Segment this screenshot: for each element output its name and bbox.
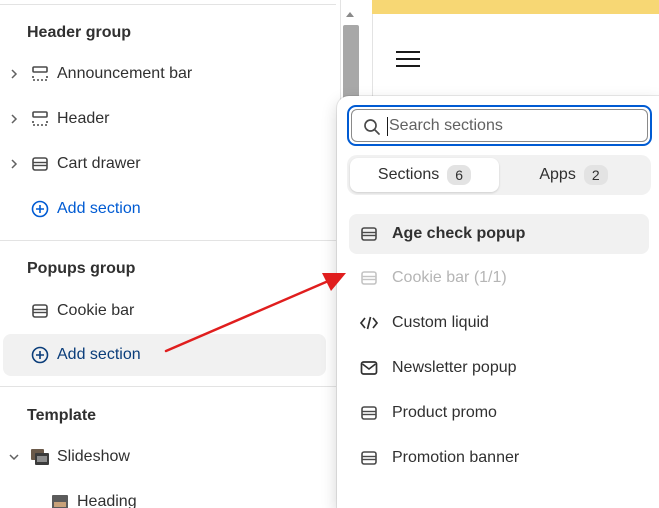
section-option-newsletter-popup[interactable]: Newsletter popup bbox=[349, 348, 649, 388]
section-option-label: Product promo bbox=[392, 404, 497, 421]
template-group-title: Template bbox=[27, 407, 97, 424]
tab-label: Apps bbox=[539, 166, 576, 183]
tab-apps[interactable]: Apps 2 bbox=[499, 158, 648, 192]
chevron-down-icon[interactable] bbox=[6, 449, 22, 465]
header-section-icon bbox=[30, 109, 50, 129]
add-section-button-header[interactable]: Add section bbox=[0, 189, 336, 229]
section-icon bbox=[359, 448, 379, 468]
section-option-custom-liquid[interactable]: Custom liquid bbox=[349, 303, 649, 343]
add-section-label: Add section bbox=[57, 200, 141, 217]
sidebar-panel: Header group Announcement bar Header Car… bbox=[0, 0, 341, 508]
chevron-right-icon[interactable] bbox=[6, 156, 22, 172]
tree-item-label: Cart drawer bbox=[57, 155, 141, 172]
section-option-promotion-banner[interactable]: Promotion banner bbox=[349, 438, 649, 478]
add-section-button-popups[interactable]: Add section bbox=[0, 335, 336, 375]
add-section-label: Add section bbox=[57, 346, 141, 363]
count-badge: 6 bbox=[447, 165, 472, 185]
section-option-label: Newsletter popup bbox=[392, 359, 517, 376]
tree-item-header[interactable]: Header bbox=[0, 99, 336, 139]
section-option-label: Cookie bar (1/1) bbox=[392, 269, 507, 286]
section-option-label: Promotion banner bbox=[392, 449, 520, 466]
chevron-right-icon[interactable] bbox=[6, 111, 22, 127]
section-icon bbox=[359, 268, 379, 288]
tree-item-label: Announcement bar bbox=[57, 65, 193, 82]
announcement-section-icon bbox=[30, 64, 50, 84]
announcement-bar-preview bbox=[372, 0, 659, 14]
scroll-up-arrow-icon[interactable] bbox=[346, 12, 354, 17]
tree-item-slideshow[interactable]: Slideshow bbox=[0, 437, 336, 477]
tree-item-cookie-bar[interactable]: Cookie bar bbox=[0, 291, 336, 331]
email-icon bbox=[359, 358, 379, 378]
tree-item-label: Cookie bar bbox=[57, 302, 135, 319]
heading-thumbnail-icon bbox=[50, 492, 70, 508]
tree-item-cart-drawer[interactable]: Cart drawer bbox=[0, 144, 336, 184]
tree-item-label: Header bbox=[57, 110, 110, 127]
search-input[interactable] bbox=[389, 114, 639, 138]
slideshow-thumbnail-icon bbox=[30, 447, 50, 467]
section-option-cookie-bar: Cookie bar (1/1) bbox=[349, 258, 649, 298]
divider bbox=[0, 240, 336, 241]
tree-item-heading[interactable]: Heading bbox=[20, 482, 356, 508]
chevron-right-icon[interactable] bbox=[6, 66, 22, 82]
plus-circle-icon bbox=[30, 199, 50, 219]
tree-item-label: Heading bbox=[77, 493, 137, 508]
divider bbox=[0, 4, 336, 5]
search-icon bbox=[363, 118, 381, 136]
add-section-popover: Sections 6 Apps 2 Age check popup Cookie… bbox=[337, 96, 659, 508]
text-cursor bbox=[387, 117, 388, 136]
header-group-title: Header group bbox=[27, 24, 132, 41]
count-badge: 2 bbox=[583, 165, 608, 185]
tree-item-announcement-bar[interactable]: Announcement bar bbox=[0, 54, 336, 94]
tab-sections[interactable]: Sections 6 bbox=[350, 158, 499, 192]
plus-circle-icon bbox=[30, 345, 50, 365]
search-field[interactable] bbox=[347, 105, 652, 146]
section-option-age-check-popup[interactable]: Age check popup bbox=[349, 214, 649, 254]
divider bbox=[0, 386, 336, 387]
tree-item-label: Slideshow bbox=[57, 448, 130, 465]
tab-label: Sections bbox=[377, 166, 440, 183]
section-icon bbox=[30, 301, 50, 321]
section-option-label: Custom liquid bbox=[392, 314, 489, 331]
section-icon bbox=[359, 224, 379, 244]
section-option-product-promo[interactable]: Product promo bbox=[349, 393, 649, 433]
code-icon bbox=[359, 313, 379, 333]
popups-group-title: Popups group bbox=[27, 260, 136, 277]
section-option-label: Age check popup bbox=[392, 225, 526, 242]
menu-hamburger-icon[interactable] bbox=[396, 51, 420, 67]
section-icon bbox=[30, 154, 50, 174]
section-icon bbox=[359, 403, 379, 423]
section-type-tabs: Sections 6 Apps 2 bbox=[347, 155, 651, 195]
